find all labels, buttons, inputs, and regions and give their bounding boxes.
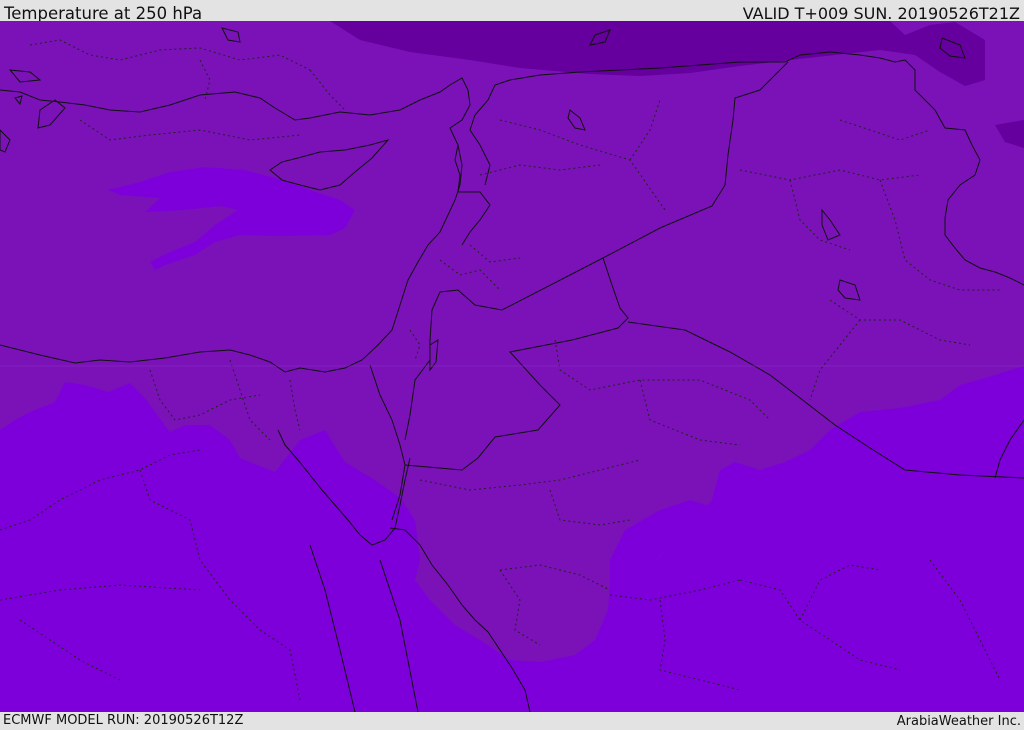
footer-bar: ECMWF MODEL RUN: 20190526T12Z ArabiaWeat…: [0, 712, 1024, 729]
header-bar: Temperature at 250 hPa VALID T+009 SUN. …: [0, 0, 1024, 23]
map-canvas[interactable]: [0, 21, 1024, 712]
credit-label: ArabiaWeather Inc.: [896, 714, 1021, 729]
model-run-label: ECMWF MODEL RUN: 20190526T12Z: [3, 713, 244, 728]
